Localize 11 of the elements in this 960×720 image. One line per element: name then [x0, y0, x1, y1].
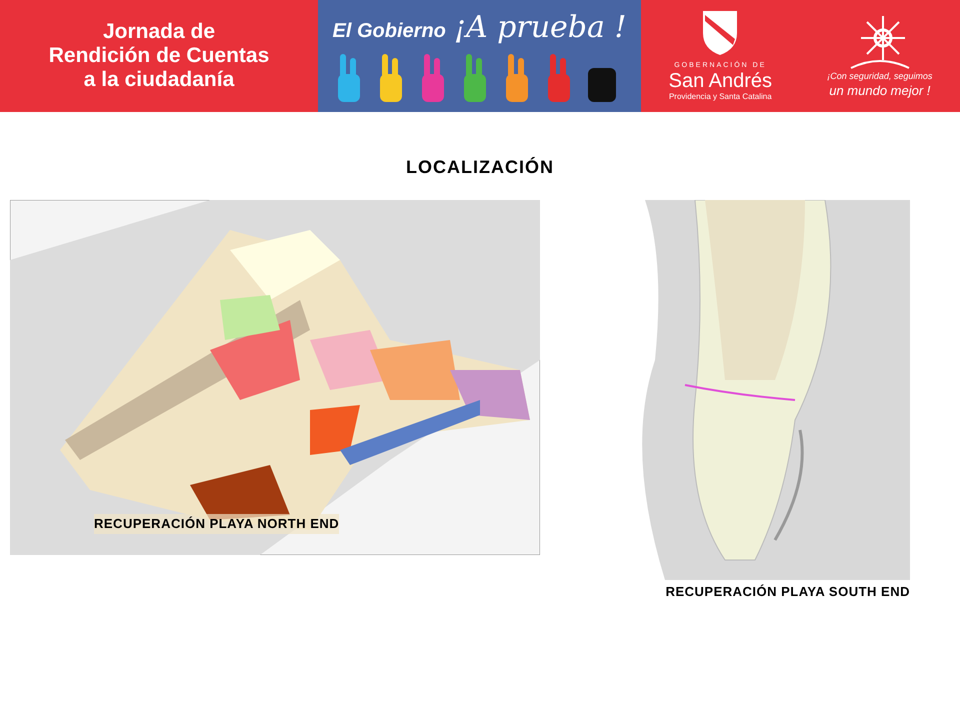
motto-line: un mundo mejor !: [829, 84, 930, 98]
campaign-slogan: ¡A prueba !: [454, 12, 626, 44]
government-name: San Andrés: [668, 71, 772, 92]
banner-title: a la ciudadanía: [84, 68, 234, 92]
map-caption: RECUPERACIÓN PLAYA NORTH END: [94, 514, 340, 534]
campaign-lead: El Gobierno: [332, 19, 446, 44]
banner-title: Rendición de Cuentas: [48, 44, 270, 68]
government-subline: Providencia y Santa Catalina: [668, 91, 772, 104]
section-heading: LOCALIZACIÓN: [406, 156, 554, 179]
banner-title: Jornada de: [102, 20, 216, 44]
motto-line: ¡Con seguridad, seguimos: [827, 70, 932, 84]
